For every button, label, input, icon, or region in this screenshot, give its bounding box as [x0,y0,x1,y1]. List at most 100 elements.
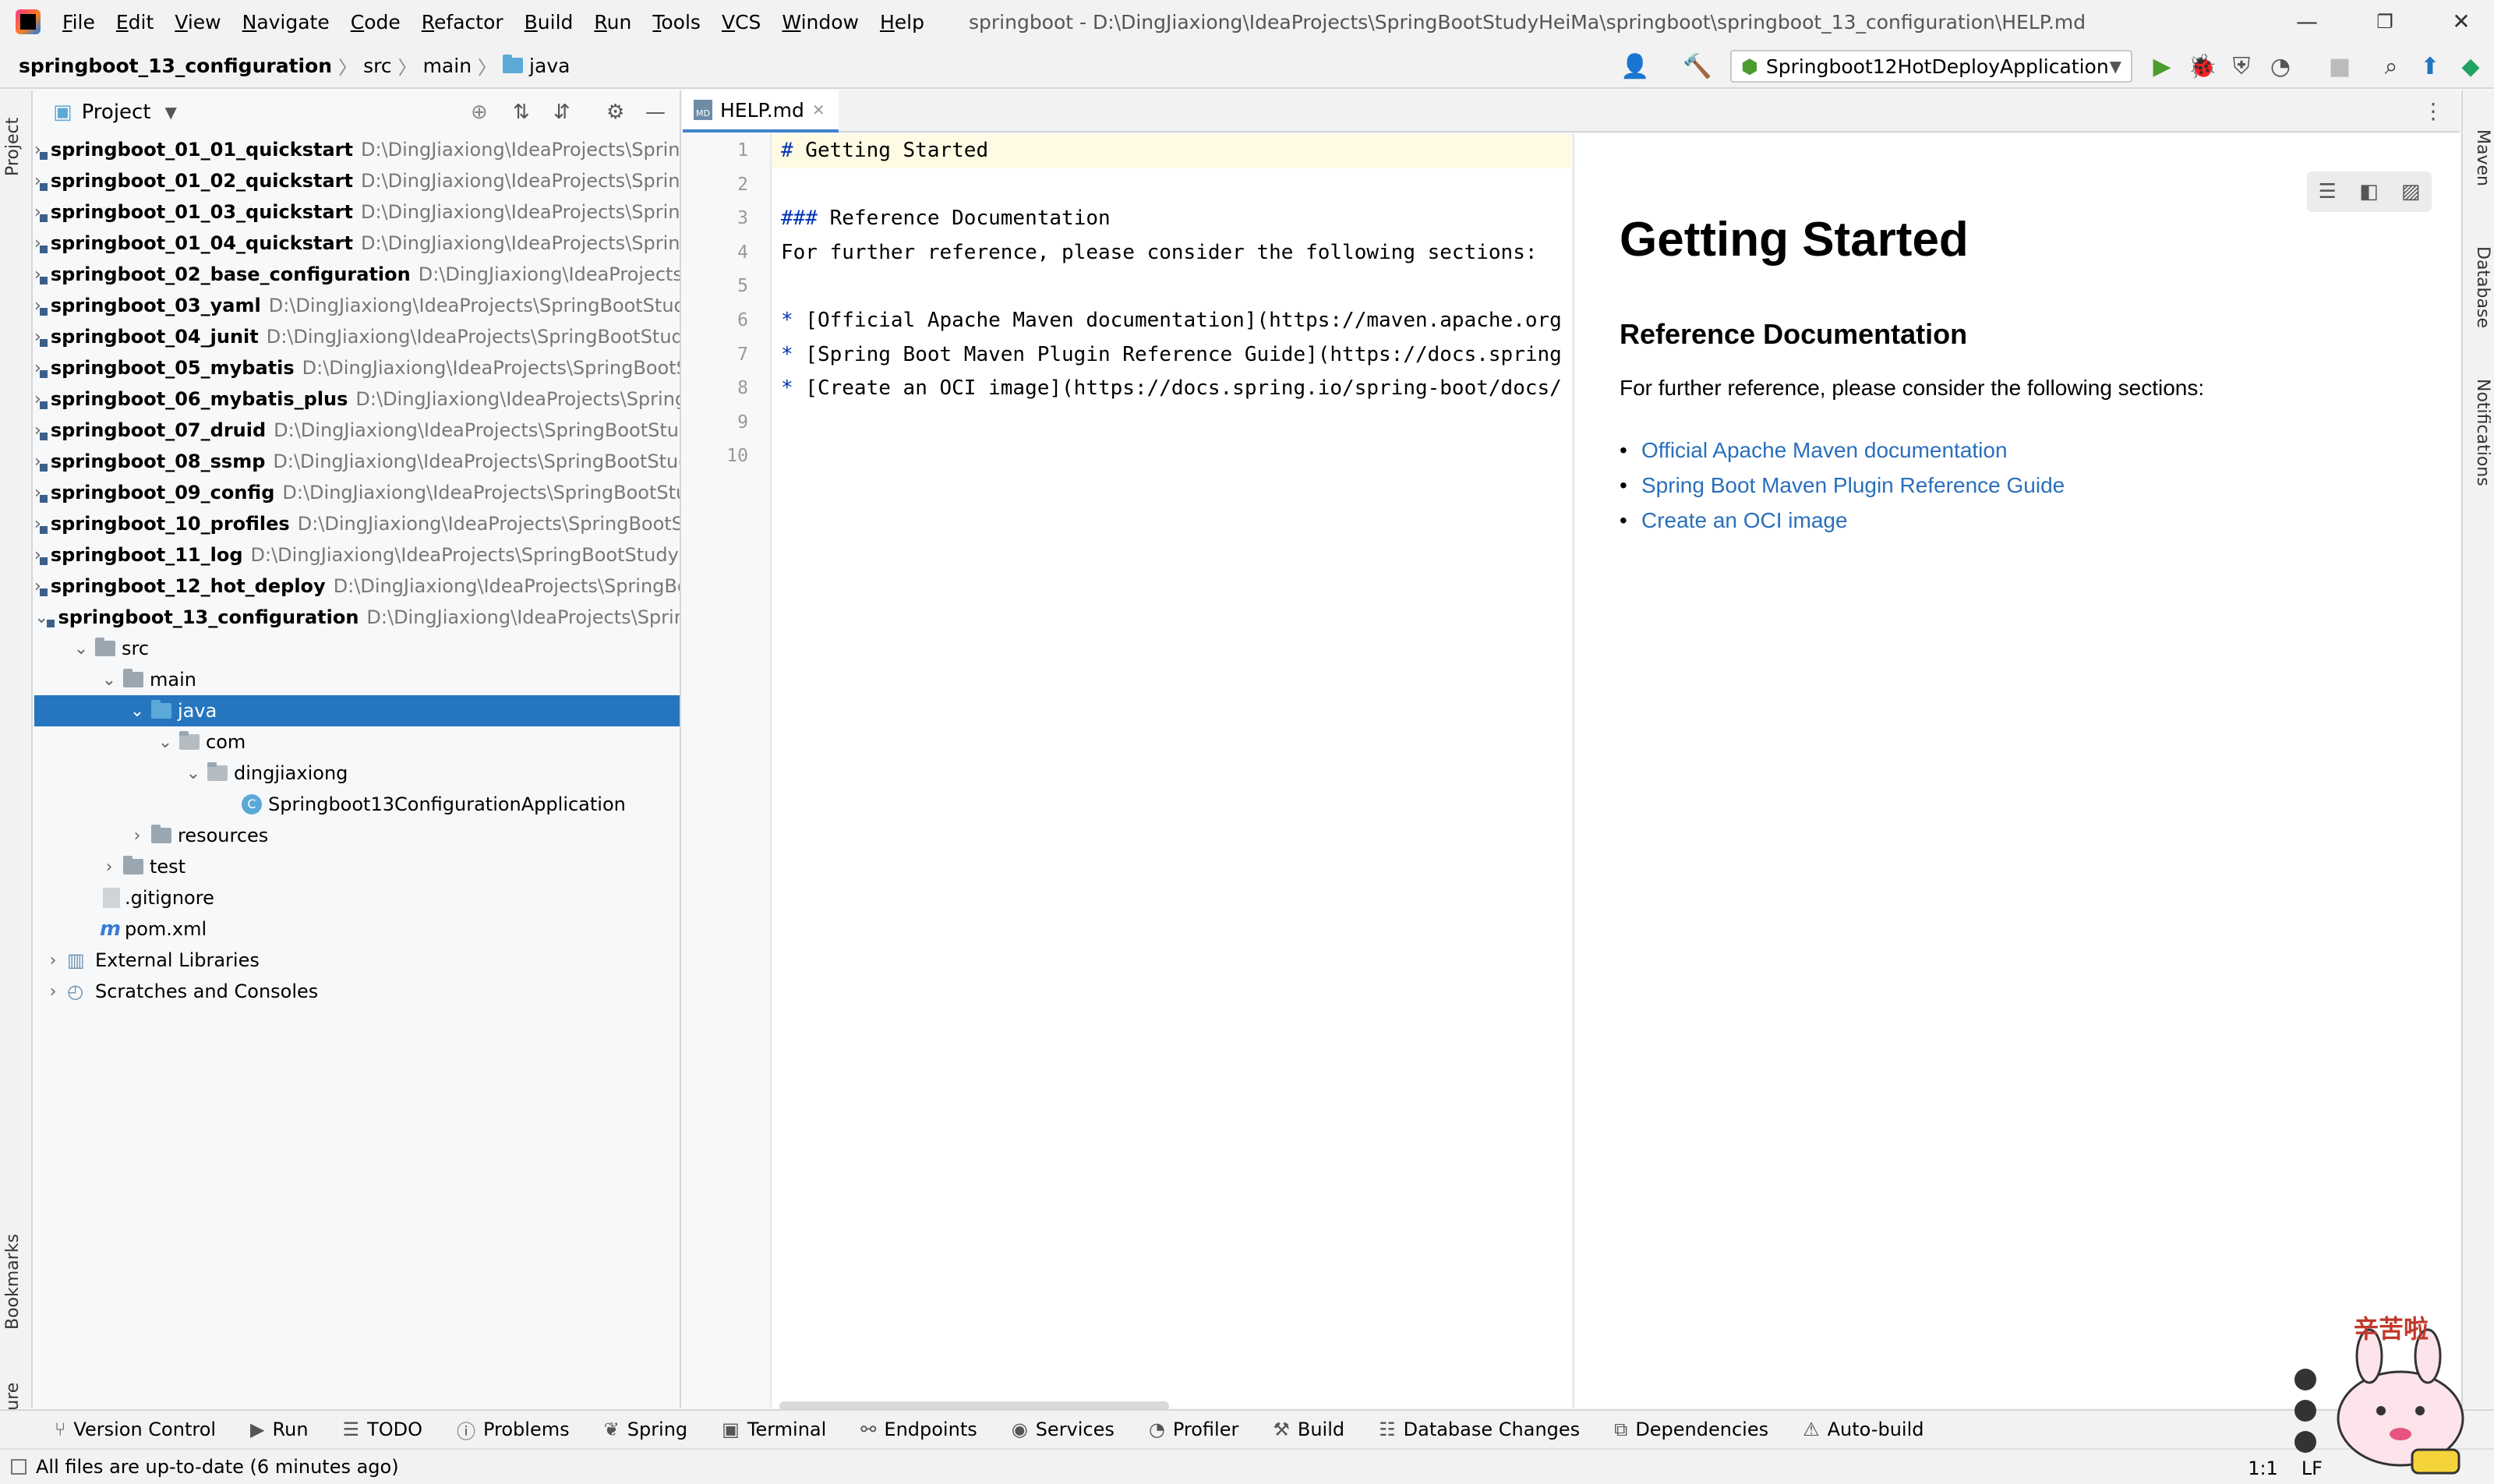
chevron-down-icon[interactable]: ⌄ [128,701,147,721]
menu-refactor[interactable]: Refactor [422,11,503,34]
breadcrumb-src[interactable]: src [363,55,392,77]
expand-all-icon[interactable]: ⇅ [513,101,530,124]
project-module-row[interactable]: › springboot_04_junit D:\DingJiaxiong\Idea… [34,321,680,352]
tree-node-com[interactable]: ⌄ com [34,726,680,758]
tab-help-md[interactable]: MD HELP.md ✕ [683,90,839,132]
tool-run[interactable]: ▶ Run [250,1419,309,1440]
database-tool-button[interactable]: Database [2473,246,2492,328]
tree-node-external-libraries[interactable]: › ▥ External Libraries [34,945,680,976]
breadcrumb-module[interactable]: springboot_13_configuration [19,55,332,77]
restore-icon[interactable]: ❐ [2362,6,2408,37]
project-module-row[interactable]: › springboot_06_mybatis_plus D:\DingJiaxio… [34,383,680,415]
minimize-icon[interactable]: — [2284,6,2330,37]
preview-only-icon[interactable]: ▨ [2401,180,2421,203]
run-configuration-selector[interactable]: ⬢ Springboot12HotDeployApplication ▼ [1730,50,2132,83]
project-module-row[interactable]: › springboot_02_base_configuration D:\Ding… [34,259,680,290]
project-module-row[interactable]: › springboot_01_03_quickstart D:\DingJiaxi… [34,196,680,228]
chevron-down-icon[interactable]: ▼ [165,103,177,122]
project-tool-button[interactable]: Project [3,118,23,176]
close-window-icon[interactable]: ✕ [2438,6,2485,37]
chevron-down-icon[interactable]: ⌄ [156,733,175,752]
tree-node-main[interactable]: ⌄ main [34,664,680,695]
menu-window[interactable]: Window [782,11,859,34]
intellij-logo-icon[interactable] [16,9,41,34]
tool-terminal[interactable]: ▣ Terminal [722,1419,826,1440]
project-module-row[interactable]: › springboot_10_profiles D:\DingJiaxiong\I… [34,508,680,539]
tool-auto-build[interactable]: ⚠ Auto-build [1803,1419,1923,1440]
editor-and-preview-icon[interactable]: ◧ [2359,180,2379,203]
project-module-row[interactable]: › springboot_05_mybatis D:\DingJiaxiong\Id… [34,352,680,383]
project-module-row[interactable]: › springboot_08_ssmp D:\DingJiaxiong\IdeaP… [34,446,680,477]
status-message[interactable]: All files are up-to-date (6 minutes ago) [36,1456,399,1478]
locate-icon[interactable]: ⊕ [471,101,488,124]
tool-endpoints[interactable]: ⚯ Endpoints [860,1419,977,1440]
hide-panel-icon[interactable]: — [645,101,666,124]
tree-node-test[interactable]: › test [34,851,680,882]
search-icon[interactable]: ⌕ [2376,51,2407,83]
code-line[interactable]: * [Create an OCI image](https://docs.spr… [781,376,1562,400]
menu-help[interactable]: Help [880,11,924,34]
notifications-tool-button[interactable]: Notifications [2473,379,2492,486]
editor-only-icon[interactable]: ☰ [2319,180,2337,203]
toggle-tool-windows-icon[interactable] [11,1459,26,1475]
tree-node-src[interactable]: ⌄ src [34,633,680,664]
tree-node-dingjiaxiong[interactable]: ⌄ dingjiaxiong [34,758,680,789]
coverage-icon[interactable]: ⛨ [2226,51,2257,83]
tool-problems[interactable]: ⓘ Problems [457,1416,570,1443]
preview-link-maven-docs[interactable]: Official Apache Maven documentation [1620,438,2008,463]
tool-todo[interactable]: ☰ TODO [343,1419,422,1440]
profiler-icon[interactable]: ◔ [2265,51,2296,83]
menu-tools[interactable]: Tools [652,11,701,34]
project-module-row[interactable]: › springboot_09_config D:\DingJiaxiong\Ide… [34,477,680,508]
plugin-icon[interactable]: ◆ [2455,51,2486,83]
breadcrumb-main[interactable]: main [423,55,472,77]
tool-build[interactable]: ⚒ Build [1273,1419,1344,1440]
project-panel-title[interactable]: Project [82,101,151,124]
project-module-row[interactable]: › springboot_01_02_quickstart D:\DingJiaxi… [34,165,680,196]
menu-run[interactable]: Run [594,11,631,34]
caret-position[interactable]: 1:1 [2248,1458,2278,1479]
project-module-row[interactable]: › springboot_01_01_quickstart D:\DingJiaxi… [34,134,680,165]
menu-edit[interactable]: Edit [116,11,154,34]
code-line[interactable]: * [Spring Boot Maven Plugin Reference Gu… [781,343,1562,366]
menu-navigate[interactable]: Navigate [242,11,330,34]
menu-view[interactable]: View [175,11,221,34]
tree-node-java[interactable]: ⌄ java [34,695,680,726]
tree-node-gitignore[interactable]: .gitignore [34,882,680,913]
preview-link-plugin-guide[interactable]: Spring Boot Maven Plugin Reference Guide [1620,473,2065,498]
tree-node-resources[interactable]: › resources [34,820,680,851]
tool-spring[interactable]: ❦ Spring [604,1419,688,1440]
tree-node-scratches[interactable]: › ◴ Scratches and Consoles [34,976,680,1007]
tool-dependencies[interactable]: ⧉ Dependencies [1614,1419,1768,1440]
menu-build[interactable]: Build [525,11,574,34]
preview-link-oci-image[interactable]: Create an OCI image [1620,508,1848,533]
chevron-down-icon[interactable]: ⌄ [72,639,90,659]
project-module-row[interactable]: › springboot_03_yaml D:\DingJiaxiong\IdeaP… [34,290,680,321]
tool-database-changes[interactable]: ☷ Database Changes [1379,1419,1580,1440]
code-line[interactable]: * [Official Apache Maven documentation](… [781,309,1562,332]
hammer-build-icon[interactable]: 🔨 [1682,51,1713,83]
run-icon[interactable]: ▶ [2146,51,2178,83]
maven-tool-button[interactable]: Maven [2473,129,2492,186]
stop-icon[interactable]: ■ [2324,51,2355,83]
menu-vcs[interactable]: VCS [722,11,761,34]
menu-code[interactable]: Code [351,11,401,34]
chevron-right-icon[interactable]: › [100,857,118,877]
breadcrumb-java[interactable]: java [529,55,570,77]
tree-node-pom[interactable]: m pom.xml [34,913,680,945]
code-line[interactable]: # Getting Started [781,139,988,162]
tool-services[interactable]: ◉ Services [1012,1419,1115,1440]
project-module-row[interactable]: › springboot_01_04_quickstart D:\DingJiaxi… [34,228,680,259]
close-tab-icon[interactable]: ✕ [812,101,825,119]
tool-version-control[interactable]: ⑂ Version Control [55,1419,216,1440]
markdown-editor[interactable]: 1 2 3 4 5 6 7 8 9 10 # Getting Started ### Referen… [683,134,1571,1411]
menu-file[interactable]: File [62,11,95,34]
chevron-right-icon[interactable]: › [44,982,62,1002]
bookmarks-tool-button[interactable]: Bookmarks [3,1234,23,1330]
tool-profiler[interactable]: ◔ Profiler [1149,1419,1238,1440]
chevron-down-icon[interactable]: ⌄ [184,764,203,783]
project-module-row[interactable]: › springboot_11_log D:\DingJiaxiong\IdeaPr… [34,539,680,571]
chevron-right-icon[interactable]: › [128,826,147,846]
code-line[interactable]: For further reference, please consider t… [781,241,1538,264]
chevron-right-icon[interactable]: › [44,951,62,970]
